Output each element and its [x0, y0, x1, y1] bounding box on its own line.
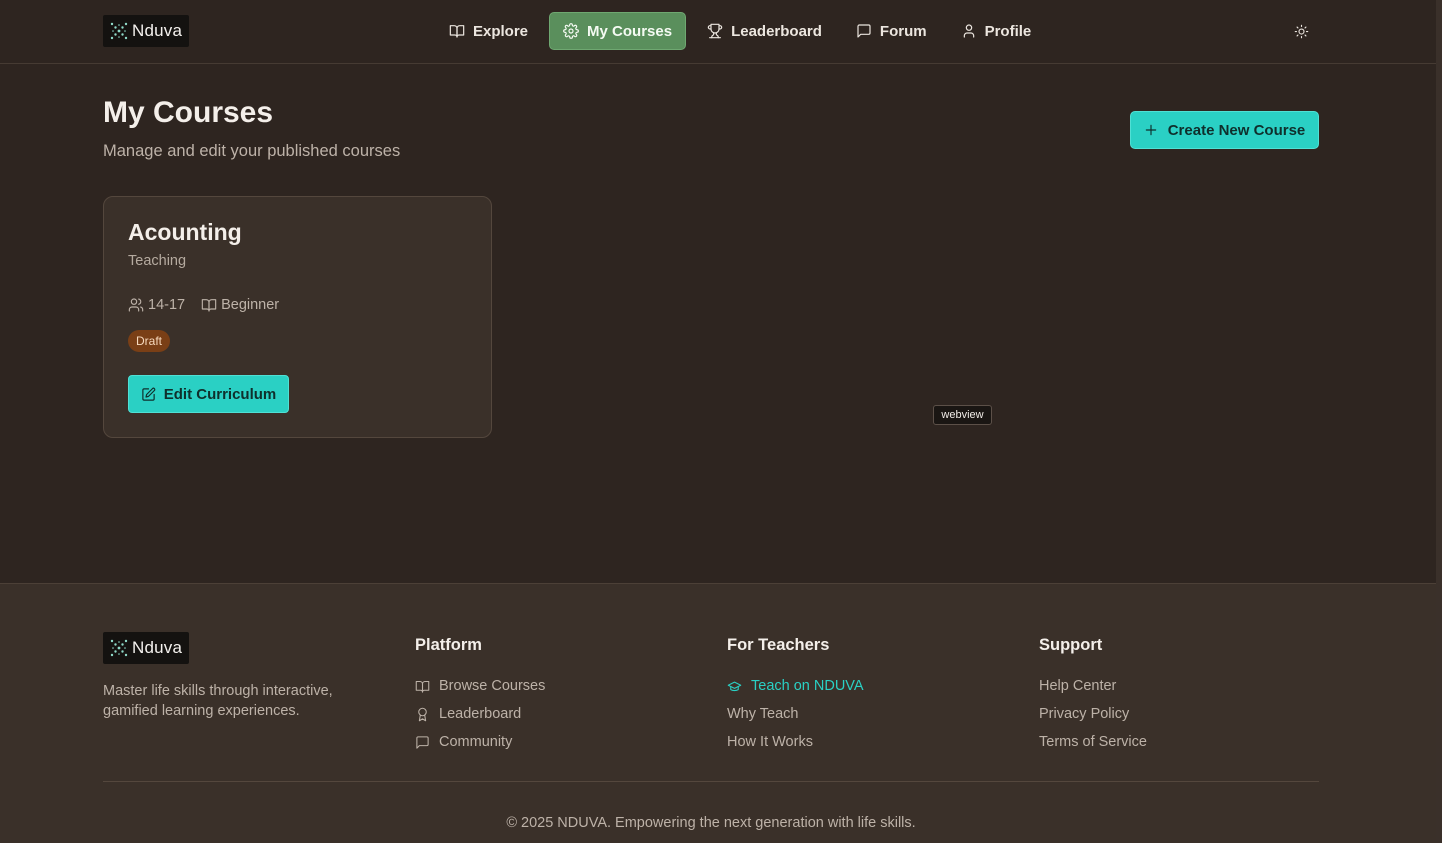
book-open-icon — [449, 25, 465, 38]
footer-link-browse-courses[interactable]: Browse Courses — [415, 672, 545, 700]
nav-item-label: Explore — [473, 22, 529, 40]
top-navigation-bar: Nduva Explore My Courses Leaderboard For… — [0, 0, 1436, 64]
footer-link-terms-of-service[interactable]: Terms of Service — [1039, 728, 1147, 756]
footer-link-label: Terms of Service — [1039, 734, 1147, 750]
course-age-range: 14-17 — [128, 297, 185, 313]
create-new-course-label: Create New Course — [1167, 121, 1306, 139]
footer-link-how-it-works[interactable]: How It Works — [727, 728, 864, 756]
gear-icon — [563, 23, 579, 39]
footer-link-leaderboard[interactable]: Leaderboard — [415, 700, 545, 728]
brand-name: Nduva — [132, 638, 183, 657]
footer-link-label: Browse Courses — [439, 678, 546, 694]
main-nav: Explore My Courses Leaderboard Forum Pro… — [436, 12, 1052, 50]
footer-tagline: Master life skills through interactive, … — [103, 683, 333, 719]
footer: Nduva Master life skills through interac… — [0, 583, 1436, 843]
graduation-cap-icon — [727, 681, 742, 691]
webview-tooltip: webview — [933, 405, 992, 425]
page-title: My Courses — [103, 96, 274, 129]
nav-item-label: Profile — [984, 22, 1032, 40]
course-category: Teaching — [128, 253, 187, 269]
nav-item-label: Leaderboard — [731, 22, 822, 40]
nav-item-profile[interactable]: Profile — [948, 12, 1045, 50]
brand-name: Nduva — [132, 21, 183, 40]
page-subtitle: Manage and edit your published courses — [103, 142, 401, 160]
footer-brand-logo[interactable]: Nduva — [103, 632, 189, 664]
chat-bubble-icon — [857, 24, 871, 38]
footer-column-title: Support — [1039, 636, 1103, 654]
footer-column-title: Platform — [415, 636, 482, 654]
book-open-icon — [415, 680, 430, 693]
footer-link-label: Leaderboard — [439, 706, 522, 722]
course-meta: 14-17 Beginner — [128, 297, 295, 313]
footer-link-label: Teach on NDUVA — [751, 678, 864, 694]
course-title: Acounting — [128, 219, 242, 245]
edit-curriculum-label: Edit Curriculum — [163, 385, 277, 403]
footer-link-teach-on-nduva[interactable]: Teach on NDUVA — [727, 672, 864, 700]
course-card: Acounting Teaching 14-17 Beginner Draft … — [103, 196, 492, 438]
footer-link-label: Help Center — [1039, 678, 1117, 694]
nav-item-label: Forum — [879, 22, 927, 40]
trophy-icon — [707, 23, 723, 39]
footer-link-community[interactable]: Community — [415, 728, 545, 756]
age-range-value: 14-17 — [148, 297, 186, 313]
nav-item-leaderboard[interactable]: Leaderboard — [694, 12, 835, 50]
nav-item-my-courses[interactable]: My Courses — [549, 12, 687, 50]
footer-link-why-teach[interactable]: Why Teach — [727, 700, 864, 728]
award-icon — [418, 707, 427, 721]
footer-column-platform: Platform Browse Courses Leaderboard Comm… — [415, 636, 545, 756]
footer-link-privacy-policy[interactable]: Privacy Policy — [1039, 700, 1147, 728]
footer-link-label: Privacy Policy — [1039, 706, 1130, 722]
logo-mark-icon — [110, 639, 128, 657]
book-open-icon — [201, 299, 217, 312]
course-level: Beginner — [201, 297, 279, 313]
user-icon — [963, 24, 974, 38]
scrollbar[interactable] — [1436, 0, 1442, 843]
status-badge: Draft — [128, 330, 171, 352]
footer-column-support: Support Help Center Privacy Policy Terms… — [1039, 636, 1147, 756]
brand-logo[interactable]: Nduva — [103, 15, 189, 47]
users-icon — [128, 298, 144, 312]
footer-link-label: How It Works — [727, 734, 813, 750]
edit-curriculum-button[interactable]: Edit Curriculum — [128, 375, 289, 413]
nav-item-label: My Courses — [587, 22, 673, 40]
footer-link-help-center[interactable]: Help Center — [1039, 672, 1147, 700]
theme-toggle-button[interactable] — [1289, 19, 1313, 43]
edit-icon — [142, 387, 156, 401]
footer-link-label: Community — [439, 734, 513, 750]
sun-icon — [1294, 24, 1308, 38]
nav-item-forum[interactable]: Forum — [843, 12, 940, 50]
footer-link-label: Why Teach — [727, 706, 799, 722]
footer-column-for-teachers: For Teachers Teach on NDUVA Why Teach Ho… — [727, 636, 864, 756]
create-new-course-button[interactable]: Create New Course — [1130, 111, 1319, 149]
plus-icon — [1145, 124, 1156, 136]
level-value: Beginner — [221, 297, 280, 313]
footer-divider — [103, 781, 1319, 782]
footer-column-title: For Teachers — [727, 636, 830, 654]
copyright-text: © 2025 NDUVA. Empowering the next genera… — [506, 815, 916, 831]
nav-item-explore[interactable]: Explore — [436, 12, 541, 50]
logo-mark-icon — [110, 22, 128, 40]
chat-bubble-icon — [416, 735, 429, 749]
